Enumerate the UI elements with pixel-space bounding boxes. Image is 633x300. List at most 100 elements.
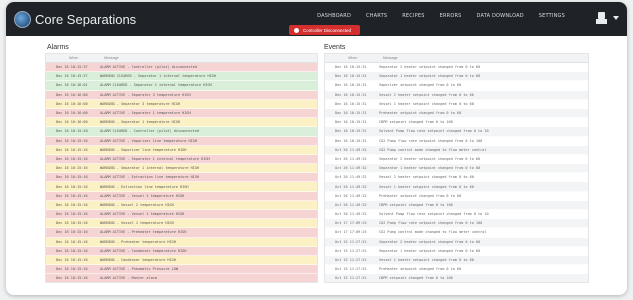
- row-timestamp: Dec 16 10:15:31: [335, 129, 367, 134]
- row-timestamp: Dec 16 10:15:16: [56, 175, 88, 180]
- table-row: Oct 26 11:49:32 Solvent Pump flow rate se…: [325, 210, 588, 220]
- nav-errors[interactable]: ERRORS: [440, 13, 462, 19]
- table-row: Oct 15 11:27:51 CBPR setpoint changed fro…: [325, 274, 588, 282]
- row-timestamp: Oct 17 17:09:25: [335, 221, 367, 226]
- row-timestamp: Dec 16 10:15:16: [56, 138, 88, 143]
- row-timestamp: Dec 16 10:15:16: [56, 202, 88, 207]
- table-row: Dec 16 10:16:00 ALARM ACTIVE - Separator …: [46, 90, 317, 100]
- user-icon[interactable]: [595, 11, 609, 25]
- row-timestamp: Oct 17 17:09:25: [335, 230, 367, 235]
- row-timestamp: Dec 16 10:15:37: [56, 74, 88, 79]
- row-timestamp: Dec 16 10:16:00: [56, 92, 88, 97]
- row-timestamp: Dec 16 10:15:31: [335, 74, 367, 79]
- table-row: Dec 16 10:15:31 CBPR setpoint changed fro…: [325, 118, 588, 128]
- table-row: Oct 15 11:27:51 Separator 1 heater setpoi…: [325, 247, 588, 256]
- row-message: ALARM ACTIVE - Vaporizer line temperatur…: [100, 138, 197, 143]
- table-row: Dec 16 10:15:16 WARNING - Preheater tempe…: [46, 237, 317, 247]
- nav-recipes[interactable]: RECIPES: [402, 13, 424, 19]
- row-timestamp: Oct 26 11:49:32: [335, 166, 367, 171]
- row-timestamp: Dec 16 10:15:16: [56, 258, 88, 263]
- row-timestamp: Dec 16 10:15:37: [56, 65, 88, 70]
- row-message: Preheater setpoint changed from 0 to 60: [379, 193, 462, 198]
- row-message: ALARM ACTIVE - Vessel 1 temperature HIGH: [100, 212, 185, 217]
- alarms-col-when: When: [69, 56, 79, 60]
- row-timestamp: Dec 16 10:15:16: [56, 166, 88, 171]
- table-row: Dec 16 10:15:31 Separator 2 heater setpoi…: [325, 63, 588, 73]
- row-timestamp: Dec 16 10:15:31: [335, 101, 367, 106]
- row-message: ALARM ACTIVE - Separator 1 internal temp…: [100, 156, 210, 161]
- row-message: Separator 2 heater setpoint changed from…: [379, 156, 481, 161]
- row-message: ALARM ACTIVE - Pneumatic Pressure LOW: [100, 267, 178, 272]
- controller-status-banner: Controller Disconnected: [289, 25, 360, 35]
- row-timestamp: Dec 16 10:16:00: [56, 111, 88, 116]
- row-timestamp: Oct 26 11:49:32: [335, 193, 367, 198]
- row-message: WARNING - Vessel 2 temperature HIGH: [100, 202, 174, 207]
- table-row: Dec 16 10:15:16 WARNING - Vessel 2 temper…: [46, 200, 317, 210]
- controller-status-text: Controller Disconnected: [303, 27, 352, 33]
- chevron-down-icon[interactable]: [613, 16, 619, 20]
- brand[interactable]: Core Separations: [14, 9, 136, 29]
- row-timestamp: Dec 16 10:15:31: [335, 65, 367, 70]
- row-message: Separator 1 heater setpoint changed from…: [379, 248, 481, 253]
- table-row: Dec 16 10:15:31 Vessel 1 heater setpoint …: [325, 100, 588, 109]
- events-table-header: When Message: [325, 54, 588, 63]
- row-message: Vessel 2 heater setpoint changed from 0 …: [379, 175, 474, 180]
- row-timestamp: Oct 26 11:49:32: [335, 175, 367, 180]
- table-row: Oct 15 11:27:51 Preheater setpoint change…: [325, 265, 588, 275]
- row-message: ALARM ACTIVE - Condenser temperature HIG…: [100, 248, 187, 253]
- table-row: Dec 16 10:16:00 WARNING - Separator 1 tem…: [46, 118, 317, 128]
- table-row: Dec 16 10:15:31 Vaporizer setpoint change…: [325, 81, 588, 91]
- row-timestamp: Dec 16 10:16:00: [56, 120, 88, 125]
- row-message: CO2 Pump flow rate setpoint changed from…: [379, 138, 483, 143]
- row-timestamp: Dec 16 10:15:16: [56, 156, 88, 161]
- table-row: Oct 26 11:49:32 CBPR setpoint changed fro…: [325, 200, 588, 210]
- table-row: Oct 26 11:49:32 Vessel 2 heater setpoint …: [325, 173, 588, 183]
- table-row: Dec 16 10:15:37 WARNING CLEARED - Separat…: [46, 72, 317, 82]
- table-row: Dec 16 10:15:20 ALARM CLEARED - Controlle…: [46, 127, 317, 137]
- logo-icon: [14, 10, 31, 28]
- row-message: WARNING - Extraction line temperature HI…: [100, 184, 189, 189]
- row-message: Vessel 1 heater setpoint changed from 0 …: [379, 184, 474, 189]
- table-row: Oct 15 11:27:51 Vessel 1 heater setpoint …: [325, 255, 588, 266]
- row-timestamp: Dec 16 10:15:16: [56, 267, 88, 272]
- table-row: Dec 16 10:15:16 ALARM ACTIVE - Condenser …: [46, 246, 317, 256]
- nav-data-download[interactable]: DATA DOWNLOAD: [477, 13, 524, 19]
- row-timestamp: Oct 26 11:49:32: [335, 147, 367, 152]
- nav-charts[interactable]: CHARTS: [366, 13, 387, 19]
- row-message: ALARM ACTIVE - Separator 1 temperature H…: [100, 111, 191, 116]
- alarms-col-message: Message: [104, 56, 119, 60]
- table-row: Oct 17 17:09:25 CO2 Pump control mode cha…: [325, 228, 588, 238]
- events-col-message: Message: [383, 56, 398, 60]
- table-row: Dec 16 10:16:01 ALARM CLEARED - Separator…: [46, 81, 317, 91]
- table-row: Oct 15 11:27:51 Separator 2 heater setpoi…: [325, 237, 588, 247]
- nav-dashboard[interactable]: DASHBOARD: [317, 13, 351, 19]
- row-timestamp: Oct 26 11:49:32: [335, 202, 367, 207]
- row-message: Preheater setpoint changed from 0 to 60: [379, 267, 462, 272]
- row-message: WARNING - Separator 1 internal temperatu…: [100, 166, 200, 171]
- row-timestamp: Dec 16 10:15:31: [335, 92, 367, 97]
- table-row: Dec 16 10:16:00 WARNING - Separator 3 tem…: [46, 99, 317, 109]
- row-message: WARNING - Preheater temperature HIGH: [100, 239, 176, 244]
- table-row: Dec 16 10:15:16 ALARM ACTIVE - Preheater …: [46, 228, 317, 238]
- nav-settings[interactable]: SETTINGS: [539, 13, 565, 19]
- row-timestamp: Oct 15 11:27:51: [335, 267, 367, 272]
- row-timestamp: Dec 16 10:15:16: [56, 147, 88, 152]
- row-message: ALARM ACTIVE - Master alarm: [100, 276, 157, 281]
- row-message: Vessel 1 heater setpoint changed from 0 …: [379, 258, 474, 263]
- warning-icon: [294, 27, 299, 33]
- row-timestamp: Dec 16 10:15:31: [335, 111, 367, 116]
- row-message: Solvent Pump flow rate setpoint changed …: [379, 212, 489, 217]
- row-message: CBPR setpoint changed from 0 to 100: [379, 276, 453, 281]
- row-timestamp: Dec 16 10:15:16: [56, 221, 88, 226]
- row-message: WARNING - Vaporizer line temperature HIG…: [100, 147, 187, 152]
- row-message: Preheater setpoint changed from 0 to 60: [379, 111, 462, 116]
- table-row: Dec 16 10:15:16 ALARM ACTIVE - Vessel 1 t…: [46, 210, 317, 220]
- nav-menu: DASHBOARD CHARTS RECIPES ERRORS DATA DOW…: [302, 13, 565, 19]
- row-timestamp: Dec 16 10:15:16: [56, 184, 88, 189]
- row-message: ALARM ACTIVE - Separator 3 temperature H…: [100, 92, 191, 97]
- table-row: Dec 16 10:15:31 Separator 1 heater setpoi…: [325, 72, 588, 82]
- table-row: Dec 16 10:15:31 CO2 Pump flow rate setpoi…: [325, 137, 588, 146]
- row-message: ALARM CLEARED - Controller (pilot) disco…: [100, 129, 200, 134]
- table-row: Dec 16 10:15:16 ALARM ACTIVE - Vaporizer …: [46, 136, 317, 146]
- row-message: Vessel 2 heater setpoint changed from 0 …: [379, 92, 474, 97]
